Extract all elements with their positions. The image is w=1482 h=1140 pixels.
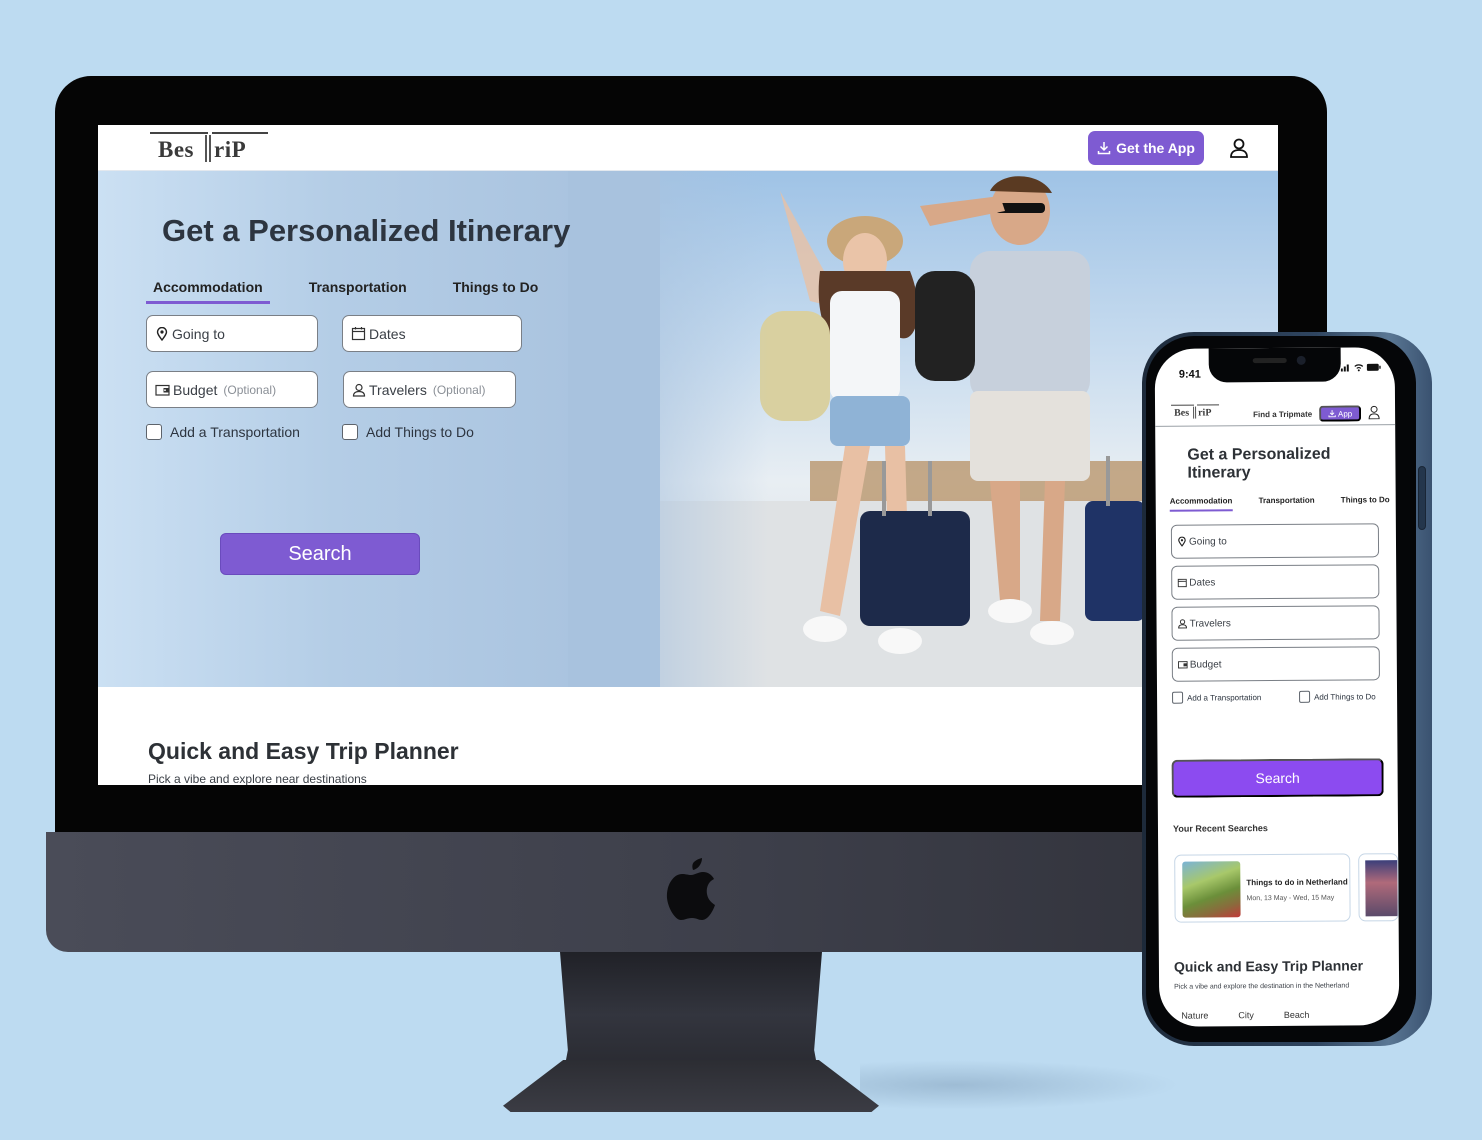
apple-logo-icon <box>666 858 715 920</box>
download-icon <box>1328 410 1336 418</box>
recent-searches-label: Your Recent Searches <box>1172 823 1268 834</box>
vibe-beach[interactable]: Beach <box>1284 1010 1310 1020</box>
mobile-app-label: App <box>1337 408 1353 419</box>
vibe-nature[interactable]: Nature <box>1181 1010 1208 1020</box>
brand-logo[interactable]: Bes riP <box>150 132 268 164</box>
find-tripmate-link[interactable]: Find a Tripmate <box>1253 410 1312 419</box>
budget-input[interactable]: Budget (Optional) <box>146 371 318 408</box>
logo-text-left: Bes <box>158 137 194 162</box>
mobile-hero-title: Get a Personalized Itinerary <box>1187 445 1331 482</box>
going-to-input[interactable]: Going to <box>146 315 318 352</box>
mobile-travelers-placeholder: Travelers <box>1189 617 1231 630</box>
mobile-add-things-to-do-checkbox[interactable]: Add Things to Do <box>1299 690 1376 703</box>
mobile-search-tabs: Accommodation Transportation Things to D… <box>1169 495 1390 512</box>
mobile-tab-things-to-do[interactable]: Things to Do <box>1341 495 1390 510</box>
going-to-placeholder: Going to <box>172 325 225 342</box>
wifi-icon <box>1354 364 1364 372</box>
top-navbar: Bes riP Get the App <box>98 125 1278 171</box>
get-the-app-button[interactable]: Get the App <box>1088 131 1204 165</box>
status-time: 9:41 <box>1178 368 1201 381</box>
tab-transportation[interactable]: Transportation <box>302 275 414 304</box>
mobile-header: Bes riP Find a Tripmate App <box>1154 389 1396 427</box>
mobile-screen: 9:41 Bes riP Find a Tripmate App Get a P… <box>1154 347 1400 1027</box>
mobile-travelers-input[interactable]: Travelers <box>1171 605 1380 641</box>
recent-search-thumbnail <box>1182 861 1241 918</box>
desktop-screen: Bes riP Get the App Get a Personalized I… <box>98 125 1278 785</box>
wallet-icon <box>155 384 170 396</box>
phone-side-button <box>1418 466 1426 530</box>
recent-search-card-partial[interactable] <box>1358 853 1399 922</box>
recent-search-title: Things to do in Netherland <box>1246 877 1348 888</box>
mobile-trip-planner-title: Quick and Easy Trip Planner <box>1173 957 1364 975</box>
battery-icon <box>1366 363 1381 371</box>
mobile-add-transportation-checkbox[interactable]: Add a Transportation <box>1172 691 1261 704</box>
recent-search-card[interactable]: Things to do in Netherland Mon, 13 May -… <box>1174 853 1351 923</box>
hero-section: Get a Personalized Itinerary Accommodati… <box>98 171 1278 687</box>
mobile-dates-placeholder: Dates <box>1189 576 1216 589</box>
mobile-add-things-to-do-label: Add Things to Do <box>1314 691 1376 702</box>
search-tabs: Accommodation Transportation Things to D… <box>146 275 577 304</box>
mobile-trip-planner-subtitle: Pick a vibe and explore the destination … <box>1174 982 1350 991</box>
recent-search-dates: Mon, 13 May - Wed, 15 May <box>1246 894 1335 903</box>
checkbox-box[interactable] <box>146 424 162 440</box>
mobile-budget-placeholder: Budget <box>1189 658 1222 671</box>
budget-optional-hint: (Optional) <box>223 382 277 397</box>
logo-text-right: riP <box>214 137 247 162</box>
mobile-going-to-placeholder: Going to <box>1188 535 1227 548</box>
vibe-city[interactable]: City <box>1238 1010 1254 1020</box>
travelers-optional-hint: (Optional) <box>432 382 486 397</box>
imac-shadow <box>860 1060 1180 1110</box>
download-icon <box>1097 142 1111 155</box>
mobile-dates-input[interactable]: Dates <box>1171 564 1380 600</box>
tab-things-to-do[interactable]: Things to Do <box>446 275 546 304</box>
location-pin-icon <box>156 326 168 341</box>
checkbox-box[interactable] <box>342 424 358 440</box>
get-the-app-label: Get the App <box>1116 140 1195 156</box>
travelers-placeholder: Travelers <box>369 381 427 398</box>
add-things-to-do-label: Add Things to Do <box>366 424 474 440</box>
user-account-icon[interactable] <box>1228 137 1250 159</box>
person-icon <box>1178 619 1188 629</box>
hero-fade-overlay <box>568 171 768 687</box>
add-things-to-do-checkbox[interactable]: Add Things to Do <box>342 424 474 440</box>
budget-placeholder: Budget <box>173 381 218 398</box>
person-icon <box>352 383 366 397</box>
mobile-going-to-input[interactable]: Going to <box>1170 523 1380 559</box>
mobile-tab-transportation[interactable]: Transportation <box>1259 496 1315 511</box>
travelers-input[interactable]: Travelers (Optional) <box>343 371 516 408</box>
phone-notch <box>1208 347 1341 383</box>
mobile-budget-input[interactable]: Budget <box>1171 646 1380 682</box>
location-pin-icon <box>1178 536 1186 547</box>
signal-icon <box>1340 364 1349 372</box>
vibe-tabs: Nature City Beach <box>1181 1010 1309 1021</box>
add-transportation-checkbox[interactable]: Add a Transportation <box>146 424 300 440</box>
mobile-add-transportation-label: Add a Transportation <box>1187 692 1262 703</box>
dates-placeholder: Dates <box>369 325 406 342</box>
mobile-logo-text-left: Bes <box>1174 407 1190 419</box>
dates-input[interactable]: Dates <box>342 315 522 352</box>
tab-accommodation[interactable]: Accommodation <box>146 275 270 304</box>
mobile-tab-accommodation[interactable]: Accommodation <box>1169 496 1233 512</box>
status-icons <box>1340 363 1381 372</box>
wallet-icon <box>1178 661 1188 669</box>
mobile-search-button[interactable]: Search <box>1171 758 1384 798</box>
mobile-get-app-button[interactable]: App <box>1319 405 1362 422</box>
imac-stand-foot <box>503 1060 879 1112</box>
mobile-logo-text-right: riP <box>1198 407 1212 419</box>
calendar-icon <box>351 327 366 341</box>
mobile-brand-logo[interactable]: Bes riP <box>1171 404 1220 422</box>
calendar-icon <box>1177 578 1187 588</box>
mobile-user-icon[interactable] <box>1368 405 1380 420</box>
trip-planner-subtitle: Pick a vibe and explore near destination… <box>148 772 367 785</box>
hero-title: Get a Personalized Itinerary <box>162 213 571 248</box>
checkbox-box[interactable] <box>1299 690 1311 703</box>
checkbox-box[interactable] <box>1172 691 1184 704</box>
search-button[interactable]: Search <box>220 533 420 575</box>
trip-planner-title: Quick and Easy Trip Planner <box>148 738 459 764</box>
recent-search-thumbnail <box>1365 860 1399 917</box>
add-transportation-label: Add a Transportation <box>170 424 300 440</box>
